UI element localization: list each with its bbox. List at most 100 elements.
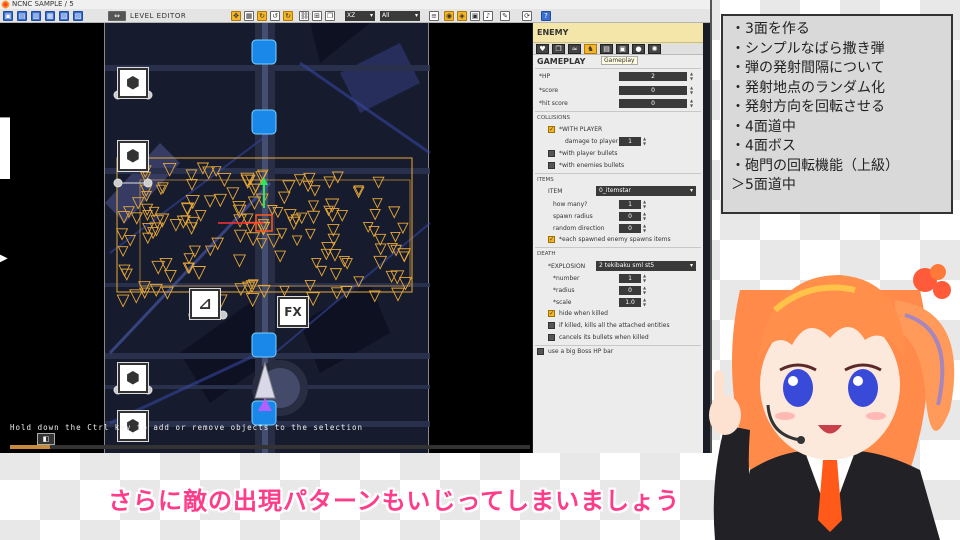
enemy-marker[interactable] bbox=[323, 176, 336, 189]
enemy-marker[interactable] bbox=[369, 209, 381, 221]
enemy-marker[interactable] bbox=[302, 180, 314, 193]
enemy-marker[interactable] bbox=[309, 185, 321, 197]
with-player-checkbox[interactable]: ✓ bbox=[548, 126, 555, 133]
scale-input[interactable]: 1.0 bbox=[619, 298, 641, 307]
hp-input[interactable]: 2 bbox=[619, 72, 687, 81]
enemy-marker[interactable] bbox=[185, 195, 200, 210]
enemy-marker[interactable] bbox=[338, 256, 350, 268]
toolbar-music-icon[interactable]: ♪ bbox=[483, 11, 493, 21]
toolbar-layers-icon[interactable]: ≡ bbox=[429, 11, 439, 21]
selection-gizmo[interactable] bbox=[218, 177, 273, 232]
toolbar-refresh-icon[interactable]: ⟳ bbox=[522, 11, 532, 21]
enemy-marker[interactable] bbox=[188, 245, 201, 258]
horizontal-scrollbar[interactable] bbox=[10, 445, 530, 449]
toolbar-settings-icon[interactable]: ▨ bbox=[73, 11, 83, 21]
enemy-marker[interactable] bbox=[194, 210, 207, 222]
tab-layers-icon[interactable]: ▤ bbox=[600, 44, 613, 54]
enemy-marker[interactable] bbox=[203, 195, 217, 208]
scene-graphics[interactable] bbox=[10, 23, 532, 453]
spawn-radius-stepper-icon[interactable]: ▲ ▼ bbox=[642, 211, 647, 221]
with-player-bullets-checkbox[interactable] bbox=[548, 150, 555, 157]
help-button[interactable]: ? bbox=[541, 11, 551, 21]
enemy-generator-box[interactable]: ⬢ bbox=[118, 68, 148, 98]
random-direction-input[interactable]: 0 bbox=[619, 224, 641, 233]
enemy-marker[interactable] bbox=[283, 209, 297, 223]
toolbar-undo-icon[interactable]: ↺ bbox=[270, 11, 280, 21]
enemy-marker[interactable] bbox=[226, 187, 240, 201]
cancels-bullets-checkbox[interactable] bbox=[548, 334, 555, 341]
radius-stepper-icon[interactable]: ▲ ▼ bbox=[642, 285, 647, 295]
toolbar-copy-icon[interactable]: ❐ bbox=[325, 11, 335, 21]
if-killed-checkbox[interactable] bbox=[548, 322, 555, 329]
toolbar-rotate-icon[interactable]: ↻ bbox=[257, 11, 267, 21]
damage-input[interactable]: 1 bbox=[619, 137, 641, 146]
tab-frame-icon[interactable]: ▣ bbox=[616, 44, 629, 54]
with-enemies-bullets-checkbox[interactable] bbox=[548, 162, 555, 169]
enemy-marker[interactable] bbox=[336, 210, 349, 222]
enemy-marker[interactable] bbox=[274, 250, 287, 263]
enemy-marker[interactable] bbox=[372, 176, 385, 189]
radius-input[interactable]: 0 bbox=[619, 286, 641, 295]
enemy-generator-box[interactable]: ⬢ bbox=[118, 141, 148, 171]
enemy-marker[interactable] bbox=[291, 235, 303, 247]
toolbar-load-icon[interactable]: ▥ bbox=[31, 11, 41, 21]
enemy-marker[interactable] bbox=[328, 248, 342, 262]
enemy-marker[interactable] bbox=[213, 193, 228, 208]
scale-stepper-icon[interactable]: ▲ ▼ bbox=[642, 297, 647, 307]
damage-stepper-icon[interactable]: ▲ ▼ bbox=[642, 136, 647, 146]
enemy-marker[interactable] bbox=[304, 228, 316, 240]
event-trigger-box[interactable]: ⊿ bbox=[190, 289, 220, 319]
tab-wave-icon[interactable]: ≈ bbox=[568, 44, 581, 54]
enemy-marker[interactable] bbox=[329, 268, 343, 281]
enemy-marker[interactable] bbox=[372, 198, 383, 209]
toolbar-camera-icon[interactable]: ◉ bbox=[444, 11, 454, 21]
toolbar-new-icon[interactable]: ▣ bbox=[3, 11, 13, 21]
score-stepper-icon[interactable]: ▲ ▼ bbox=[689, 85, 694, 95]
filter-select[interactable]: All ▾ bbox=[380, 11, 420, 21]
enemy-marker[interactable] bbox=[192, 266, 206, 280]
enemy-marker[interactable] bbox=[233, 229, 248, 243]
hide-when-killed-checkbox[interactable]: ✓ bbox=[548, 310, 555, 317]
number-stepper-icon[interactable]: ▲ ▼ bbox=[642, 273, 647, 283]
fx-object-box[interactable]: FX bbox=[278, 297, 308, 327]
number-input[interactable]: 1 bbox=[619, 274, 641, 283]
axis-select[interactable]: XZ ▾ bbox=[345, 11, 375, 21]
toolbar-redo-icon[interactable]: ↻ bbox=[283, 11, 293, 21]
toolbar-link-icon[interactable]: ⛓ bbox=[299, 11, 309, 21]
enemy-marker[interactable] bbox=[183, 253, 195, 265]
enemy-marker[interactable] bbox=[324, 198, 340, 213]
boss-hp-bar-checkbox[interactable] bbox=[537, 348, 544, 355]
enemy-marker[interactable] bbox=[164, 270, 177, 283]
how-many-input[interactable]: 1 bbox=[619, 200, 641, 209]
random-direction-stepper-icon[interactable]: ▲ ▼ bbox=[642, 223, 647, 233]
enemy-marker[interactable] bbox=[306, 292, 321, 307]
enemy-marker[interactable] bbox=[232, 254, 247, 268]
game-viewport[interactable]: ⬢ ⬢ ⊿ FX ⬢ ⬢ bbox=[10, 23, 532, 453]
enemy-marker[interactable] bbox=[115, 228, 129, 241]
score-input[interactable]: 0 bbox=[619, 86, 687, 95]
toolbar-save-icon[interactable]: ▤ bbox=[17, 11, 27, 21]
enemy-marker[interactable] bbox=[316, 265, 328, 277]
toolbar-script-icon[interactable]: ✎ bbox=[500, 11, 510, 21]
toolbar-image-icon[interactable]: ▣ bbox=[470, 11, 480, 21]
how-many-stepper-icon[interactable]: ▲ ▼ bbox=[642, 199, 647, 209]
expand-panel-icon[interactable]: ▶ bbox=[0, 251, 10, 267]
toolbar-test-icon[interactable]: ▦ bbox=[45, 11, 55, 21]
enemy-marker[interactable] bbox=[159, 258, 173, 272]
tab-gameplay-icon[interactable]: ♞ bbox=[584, 44, 597, 54]
enemy-marker[interactable] bbox=[279, 285, 290, 297]
enemy-marker[interactable] bbox=[116, 294, 130, 308]
hit-score-input[interactable]: 0 bbox=[619, 99, 687, 108]
hp-stepper-icon[interactable]: ▲ ▼ bbox=[689, 71, 694, 81]
enemy-generator-box[interactable]: ⬢ bbox=[118, 363, 148, 393]
toolbar-swap-arrows-icon[interactable]: ⇔ bbox=[108, 11, 126, 21]
enemy-marker[interactable] bbox=[374, 233, 387, 246]
tab-copy-icon[interactable]: ❐ bbox=[552, 44, 565, 54]
enemy-marker[interactable] bbox=[388, 206, 401, 219]
enemy-marker[interactable] bbox=[303, 172, 316, 186]
tab-heart-icon[interactable]: ♥ bbox=[536, 44, 549, 54]
tab-drop-icon[interactable]: ● bbox=[632, 44, 645, 54]
enemy-marker[interactable] bbox=[117, 246, 129, 258]
enemy-marker[interactable] bbox=[390, 231, 401, 243]
enemy-marker[interactable] bbox=[391, 287, 405, 302]
